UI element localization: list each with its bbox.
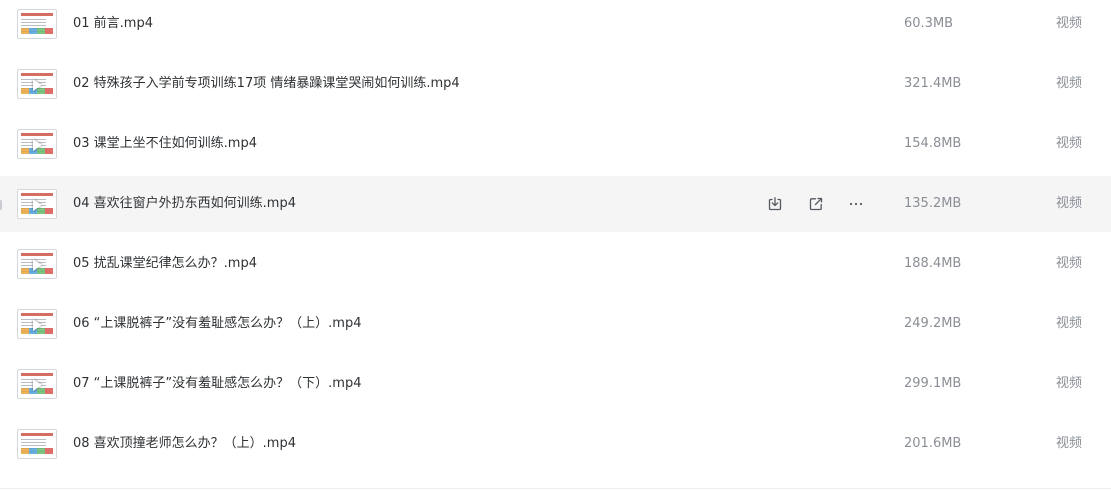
video-thumbnail-icon [17,369,57,399]
file-name[interactable]: 01 前言.mp4 [73,15,153,33]
file-name[interactable]: 06 “上课脱裤子”没有羞耻感怎么办？（上）.mp4 [73,315,361,333]
file-type: 视频 [1056,376,1083,391]
file-row[interactable]: 03 课堂上坐不住如何训练.mp4 154.8MB 视频 [0,116,1111,172]
download-icon [768,197,782,211]
play-icon [33,379,42,391]
file-row[interactable]: 06 “上课脱裤子”没有羞耻感怎么办？（上）.mp4 249.2MB 视频 [0,296,1111,352]
share-button[interactable] [805,193,827,215]
file-type: 视频 [1056,436,1083,451]
file-name[interactable]: 03 课堂上坐不住如何训练.mp4 [73,135,257,153]
file-size: 201.6MB [904,436,962,451]
file-type: 视频 [1056,76,1083,91]
hover-marker [0,200,2,210]
share-icon [809,197,823,211]
video-thumbnail-icon [17,69,57,99]
file-size: 135.2MB [904,196,962,211]
video-thumbnail-icon [17,249,57,279]
file-row[interactable]: 02 特殊孩子入学前专项训练17项 情绪暴躁课堂哭闹如何训练.mp4 321.4… [0,56,1111,112]
file-type: 视频 [1056,196,1083,211]
file-row[interactable]: 07 “上课脱裤子”没有羞耻感怎么办？（下）.mp4 299.1MB 视频 [0,356,1111,412]
file-size: 299.1MB [904,376,962,391]
file-type: 视频 [1056,316,1083,331]
file-type: 视频 [1056,16,1083,31]
play-icon [33,79,42,91]
file-row[interactable]: 05 扰乱课堂纪律怎么办？.mp4 188.4MB 视频 [0,236,1111,292]
download-button[interactable] [764,193,786,215]
file-size: 321.4MB [904,76,962,91]
file-size: 154.8MB [904,136,962,151]
file-name[interactable]: 07 “上课脱裤子”没有羞耻感怎么办？（下）.mp4 [73,375,361,393]
play-icon [33,259,42,271]
list-divider [0,488,1111,489]
play-icon [33,139,42,151]
video-thumbnail-icon [17,129,57,159]
play-icon [33,319,42,331]
video-thumbnail-icon [17,429,57,459]
file-name[interactable]: 05 扰乱课堂纪律怎么办？.mp4 [73,255,257,273]
play-icon [33,199,42,211]
file-size: 249.2MB [904,316,962,331]
video-thumbnail-icon [17,9,57,39]
file-name[interactable]: 02 特殊孩子入学前专项训练17项 情绪暴躁课堂哭闹如何训练.mp4 [73,75,460,93]
video-thumbnail-icon [17,189,57,219]
file-size: 60.3MB [904,16,954,31]
file-size: 188.4MB [904,256,962,271]
video-thumbnail-icon [17,309,57,339]
more-button[interactable] [845,193,867,215]
more-icon [849,202,863,206]
file-name[interactable]: 08 喜欢顶撞老师怎么办？（上）.mp4 [73,435,296,453]
file-row[interactable]: 04 喜欢往窗户外扔东西如何训练.mp4 135.2MB 视频 [0,176,1111,232]
file-type: 视频 [1056,256,1083,271]
file-row[interactable]: 01 前言.mp4 60.3MB 视频 [0,0,1111,52]
file-row[interactable]: 08 喜欢顶撞老师怎么办？（上）.mp4 201.6MB 视频 [0,416,1111,472]
file-name[interactable]: 04 喜欢往窗户外扔东西如何训练.mp4 [73,195,296,213]
file-type: 视频 [1056,136,1083,151]
file-list: 01 前言.mp4 60.3MB 视频 02 特殊孩子入学前专项训练17项 情绪… [0,0,1111,491]
